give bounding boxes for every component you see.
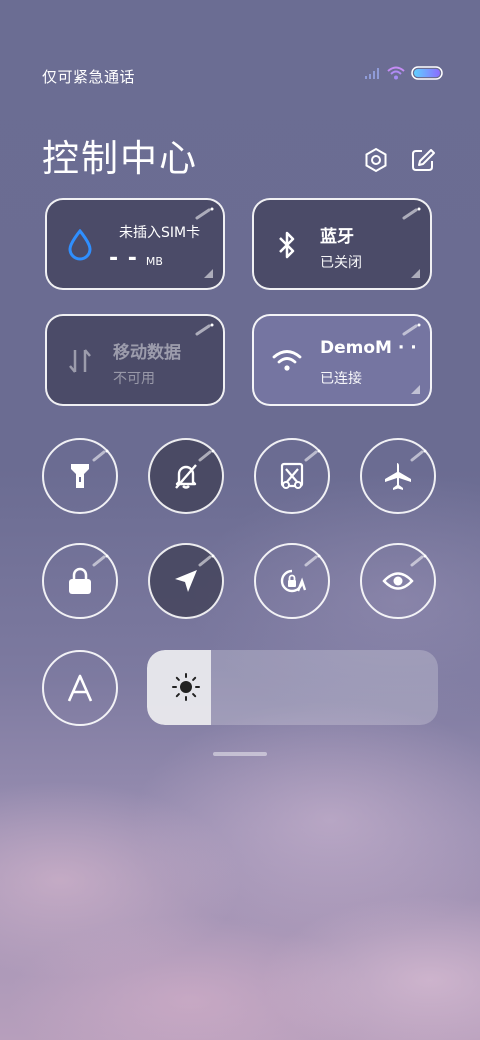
expand-corner-icon: [411, 385, 420, 394]
lock-screen-toggle[interactable]: [42, 543, 118, 619]
drag-handle[interactable]: [213, 752, 267, 756]
location-arrow-icon: [175, 570, 197, 592]
auto-brightness-a-icon: [67, 674, 93, 702]
bluetooth-status: 已关闭: [320, 255, 362, 271]
airplane-toggle[interactable]: [360, 438, 436, 514]
data-usage-unit: MB: [145, 255, 163, 268]
sun-icon: [172, 673, 200, 701]
bluetooth-label: 蓝牙: [320, 227, 354, 247]
wifi-icon: [272, 346, 302, 376]
sparkle-icon: [92, 554, 109, 567]
silent-toggle[interactable]: [148, 438, 224, 514]
page-title: 控制中心: [42, 137, 198, 180]
auto-rotate-toggle[interactable]: [254, 543, 330, 619]
sparkle-icon: [198, 449, 215, 462]
expand-corner-icon: [411, 269, 420, 278]
auto-brightness-toggle[interactable]: [42, 650, 118, 726]
sparkle-icon: [304, 449, 321, 462]
status-icons: [365, 66, 443, 80]
battery-icon: [411, 66, 443, 80]
mobile-data-status: 不可用: [113, 371, 155, 387]
sparkle-icon: [402, 323, 421, 336]
sparkle-icon: [195, 207, 214, 220]
airplane-icon: [385, 463, 411, 490]
mobile-data-tile[interactable]: 移动数据 不可用: [45, 314, 225, 406]
sparkle-icon: [195, 323, 214, 336]
flashlight-icon: [71, 464, 89, 488]
bell-off-icon: [175, 464, 197, 489]
sparkle-icon: [402, 207, 421, 220]
sparkle-icon: [92, 449, 109, 462]
wifi-status: 已连接: [320, 371, 362, 387]
data-drop-icon: [65, 229, 95, 261]
expand-corner-icon: [204, 269, 213, 278]
lock-icon: [69, 567, 91, 594]
sparkle-icon: [198, 554, 215, 567]
sim-status-label: 未插入SIM卡: [119, 225, 201, 241]
location-toggle[interactable]: [148, 543, 224, 619]
screenshot-toggle[interactable]: [254, 438, 330, 514]
cellular-signal-icon: [365, 68, 379, 79]
brightness-slider[interactable]: [147, 650, 438, 725]
wifi-signal-icon: [387, 66, 405, 80]
scissors-icon: [280, 462, 304, 489]
data-usage-value: - -: [109, 246, 138, 271]
bluetooth-icon: [272, 230, 302, 260]
mobile-data-label: 移动数据: [113, 343, 181, 363]
sparkle-icon: [410, 449, 427, 462]
carrier-status: 仅可紧急通话: [42, 68, 136, 86]
sparkle-icon: [304, 554, 321, 567]
edit-icon[interactable]: [409, 146, 437, 174]
wifi-tile[interactable]: DemoM · · 已连接: [252, 314, 432, 406]
flashlight-toggle[interactable]: [42, 438, 118, 514]
wifi-network-name: DemoM · ·: [320, 338, 417, 358]
reading-mode-toggle[interactable]: [360, 543, 436, 619]
sparkle-icon: [410, 554, 427, 567]
rotate-lock-icon: [280, 569, 307, 593]
settings-gear-icon[interactable]: [362, 146, 390, 174]
bluetooth-tile[interactable]: 蓝牙 已关闭: [252, 198, 432, 290]
mobile-data-arrows-icon: [65, 346, 95, 376]
eye-icon: [382, 572, 414, 590]
sim-data-tile[interactable]: 未插入SIM卡 - - MB: [45, 198, 225, 290]
